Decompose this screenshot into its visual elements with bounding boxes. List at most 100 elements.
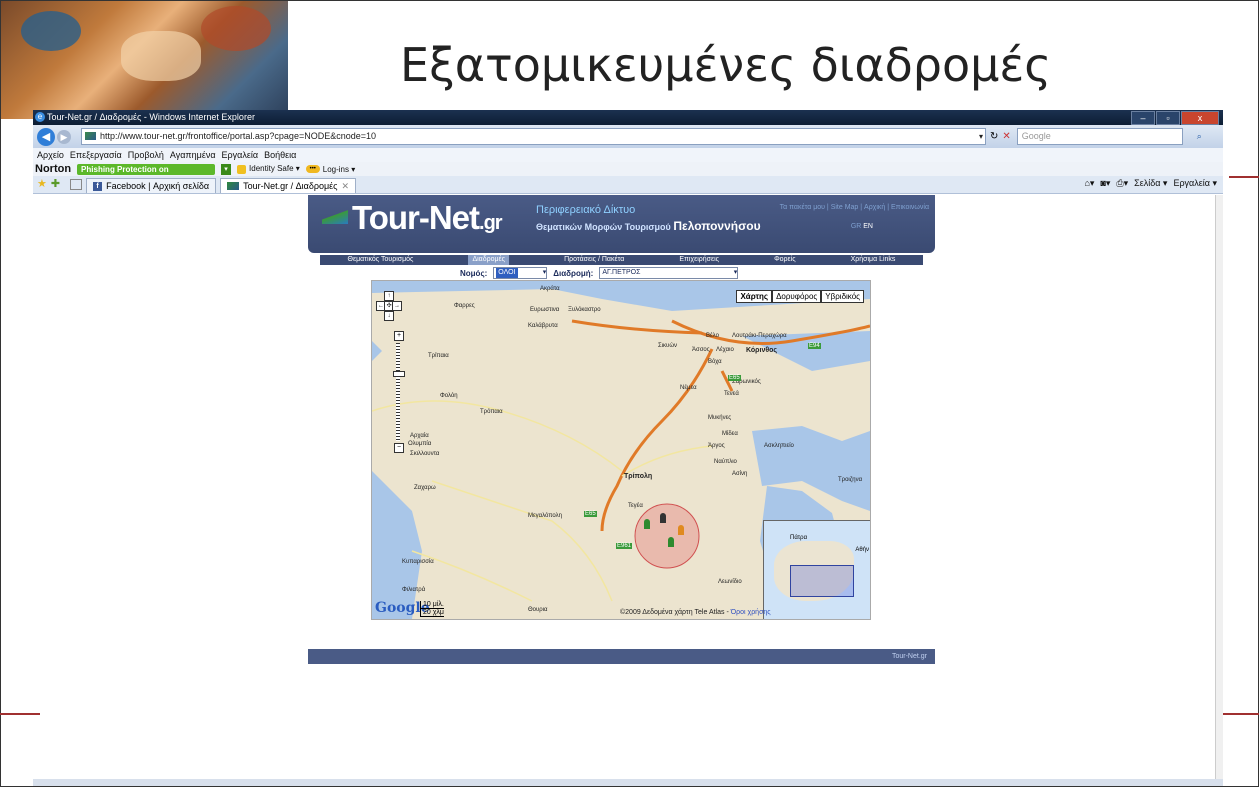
pan-up-icon[interactable]: ↑ (384, 291, 394, 301)
nomos-select[interactable]: ΟΛΟΙ ▾ (493, 267, 548, 279)
quick-tabs-icon[interactable] (70, 179, 83, 190)
map-label: Ολυμπία (408, 441, 432, 447)
nav-bodies[interactable]: Φορείς (774, 255, 796, 265)
menu-tools[interactable]: Εργαλεία (222, 148, 259, 162)
menu-file[interactable]: Αρχείο (37, 148, 64, 162)
norton-logo: Norton (35, 163, 72, 175)
tagline-primary: Περιφερειακό Δίκτυο (536, 204, 636, 216)
window-titlebar: e Tour-Net.gr / Διαδρομές - Windows Inte… (33, 110, 1223, 125)
map-label: Φαρρες (454, 303, 475, 309)
minimize-button[interactable]: – (1131, 111, 1155, 125)
chevron-down-icon[interactable]: ▾ (221, 163, 232, 175)
slide-divider-right (1223, 713, 1259, 715)
overview-label: Αθήν (855, 547, 869, 553)
favorites-star-icon[interactable]: ★ (37, 177, 47, 190)
refresh-icon[interactable]: ↻ (990, 131, 998, 142)
ie-icon: e (35, 112, 45, 122)
highway-shield-icon: E961 (616, 543, 633, 549)
menu-edit[interactable]: Επεξεργασία (70, 148, 122, 162)
overview-viewport[interactable] (790, 565, 854, 597)
map-label: Κόρινθος (746, 347, 778, 354)
logins-icon: ••• (305, 165, 320, 174)
map-label: Αρχαία (410, 433, 429, 439)
search-placeholder: Google (1021, 131, 1051, 141)
browser-window: e Tour-Net.gr / Διαδρομές - Windows Inte… (33, 110, 1223, 787)
search-input[interactable]: Google ⌕ (1016, 128, 1202, 145)
command-bar: ⌂▾ ◙▾ ⎙▾ Σελίδα ▾ Εργαλεία ▾ (1084, 178, 1217, 189)
map-label: Ναύπλιο (714, 459, 737, 465)
stop-icon[interactable]: ✕ (1002, 131, 1010, 142)
url-input[interactable]: http://www.tour-net.gr/frontoffice/porta… (81, 128, 986, 145)
search-icon[interactable]: ⌕ (1197, 129, 1202, 144)
map-label: Φιλιατρά (402, 587, 426, 593)
close-button[interactable]: x (1181, 111, 1219, 125)
map-type-hybrid[interactable]: Υβριδικός (821, 290, 864, 303)
map-marker-icon[interactable] (668, 537, 674, 547)
map-label: Ζαχαρω (414, 485, 436, 491)
lang-en[interactable]: EN (863, 223, 873, 230)
map-marker-icon[interactable] (644, 519, 650, 529)
norton-toolbar: Norton Phishing Protection on ▾ Identity… (33, 162, 1223, 176)
map-marker-icon[interactable] (678, 525, 684, 535)
tournet-favicon-icon (227, 182, 240, 190)
map-label: Άργος (708, 443, 725, 449)
zoom-out-icon[interactable]: − (394, 443, 404, 453)
menu-view[interactable]: Προβολή (128, 148, 164, 162)
tab-close-icon[interactable]: ✕ (342, 179, 350, 193)
nav-thematic-tourism[interactable]: Θεματικός Τουρισμός (348, 255, 414, 265)
print-icon[interactable]: ⎙▾ (1116, 178, 1128, 189)
nav-routes[interactable]: Διαδρομές (468, 255, 510, 265)
google-map[interactable]: Ακράτα Ευρωστινα Ξυλόκαστρο Καλάβρυτα Φα… (371, 280, 871, 620)
overview-map[interactable]: Πάτρα Αθήν (763, 520, 870, 619)
pan-down-icon[interactable]: ↓ (384, 311, 394, 321)
map-label: Τρόπαια (480, 409, 503, 415)
phishing-protection-button[interactable]: Phishing Protection on (77, 163, 216, 175)
map-label: Βέλο (706, 333, 719, 339)
map-label: Λεωνίδιο (718, 579, 742, 585)
page-menu[interactable]: Σελίδα ▾ (1134, 178, 1167, 189)
map-marker-icon[interactable] (660, 513, 666, 523)
map-type-switch: Χάρτης Δορυφόρος Υβριδικός (736, 290, 864, 303)
nav-businesses[interactable]: Επιχειρήσεις (679, 255, 719, 265)
chevron-down-icon[interactable]: ▾ (979, 129, 983, 144)
url-text: http://www.tour-net.gr/frontoffice/porta… (100, 131, 376, 141)
back-arrow-icon[interactable]: ◀ (37, 127, 55, 146)
tools-menu[interactable]: Εργαλεία ▾ (1173, 178, 1217, 189)
tagline-region: Πελοποννήσου (673, 219, 761, 233)
map-label: Τρίπαια (428, 353, 449, 359)
nav-proposals[interactable]: Προτάσεις / Πακέτα (564, 255, 624, 265)
tab-tournet[interactable]: Tour-Net.gr / Διαδρομές ✕ (220, 178, 357, 193)
zoom-rail[interactable] (396, 343, 400, 441)
add-favorites-icon[interactable]: ✚ (51, 177, 60, 190)
zoom-in-icon[interactable]: + (394, 331, 404, 341)
highway-shield-icon: E65 (584, 511, 597, 517)
terms-link[interactable]: Όροι χρήσης (731, 609, 771, 616)
home-icon[interactable]: ⌂▾ (1084, 178, 1094, 189)
tab-facebook[interactable]: f Facebook | Αρχική σελίδα (86, 178, 217, 193)
forward-arrow-icon[interactable]: ▶ (57, 129, 71, 144)
copyright-text: ©2009 Δεδομένα χάρτη Tele Atlas - (620, 609, 729, 616)
maximize-button[interactable]: ▫ (1156, 111, 1180, 125)
page-content: Tour-Net.gr Περιφερειακό Δίκτυο Θεματικώ… (33, 195, 1216, 780)
status-bar (33, 779, 1223, 787)
scale-km: 20 χλμ (420, 609, 444, 617)
zoom-slider[interactable]: + − (393, 331, 405, 453)
overview-label: Πάτρα (790, 535, 808, 541)
top-links[interactable]: Τα πακέτα μου | Site Map | Αρχική | Επικ… (780, 204, 929, 211)
zoom-thumb[interactable] (393, 371, 405, 377)
nav-useful-links[interactable]: Χρήσιμα Links (851, 255, 896, 265)
pan-control: ↑ ← ✣ → ↓ (376, 291, 402, 331)
logins-button[interactable]: ••• Log-ins ▾ (305, 165, 355, 174)
map-type-map[interactable]: Χάρτης (736, 290, 773, 303)
lang-gr[interactable]: GR (851, 223, 862, 230)
menu-favorites[interactable]: Αγαπημένα (170, 148, 216, 162)
map-label: Άσσος (692, 347, 710, 353)
map-type-satellite[interactable]: Δορυφόρος (772, 290, 822, 303)
identity-safe-button[interactable]: Identity Safe ▾ (237, 164, 300, 174)
route-select[interactable]: ΑΓ.ΠΕΤΡΟΣ ▾ (599, 267, 739, 279)
menu-help[interactable]: Βοήθεια (264, 148, 296, 162)
vertical-scrollbar[interactable] (1215, 195, 1223, 780)
site-logo[interactable]: Tour-Net.gr (352, 199, 503, 237)
feeds-icon[interactable]: ◙▾ (1100, 178, 1110, 189)
pan-right-icon[interactable]: → (392, 301, 402, 311)
